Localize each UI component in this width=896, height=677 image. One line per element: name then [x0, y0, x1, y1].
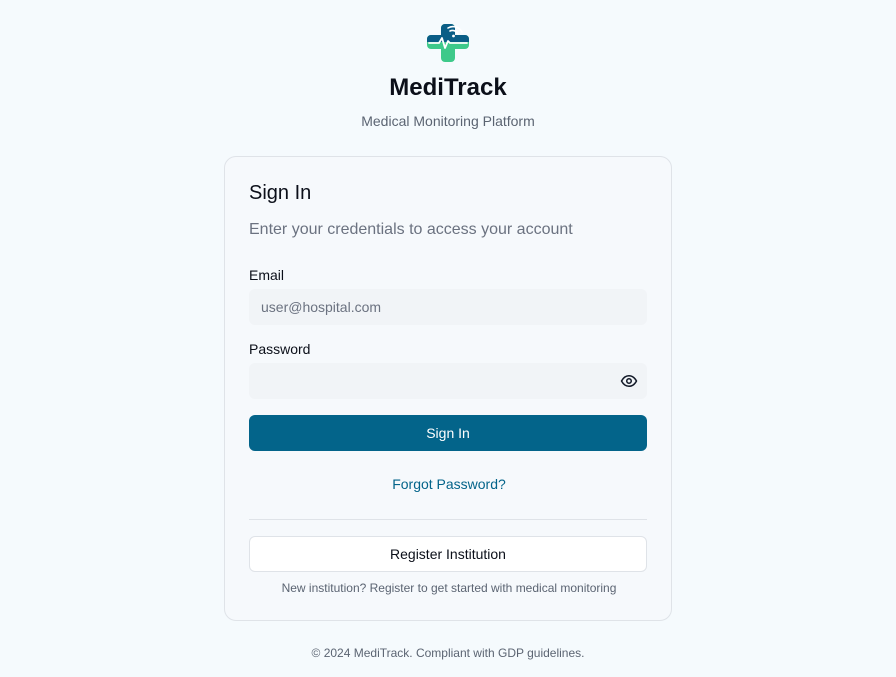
password-field[interactable]	[249, 363, 647, 399]
signin-card: Sign In Enter your credentials to access…	[224, 156, 672, 621]
register-institution-button[interactable]: Register Institution	[249, 536, 647, 572]
app-title: MediTrack	[389, 74, 507, 101]
signin-subtitle: Enter your credentials to access your ac…	[249, 221, 573, 238]
divider	[249, 519, 647, 520]
medical-cross-logo-icon	[427, 24, 469, 62]
app-tagline: Medical Monitoring Platform	[361, 113, 535, 129]
password-label: Password	[249, 341, 311, 357]
eye-icon[interactable]	[619, 372, 639, 390]
footer-copyright: © 2024 MediTrack. Compliant with GDP gui…	[311, 646, 585, 660]
signin-title: Sign In	[249, 182, 312, 204]
register-note: New institution? Register to get started…	[281, 581, 617, 595]
email-field[interactable]	[249, 289, 647, 325]
login-page: MediTrack Medical Monitoring Platform Si…	[0, 0, 896, 677]
signin-button[interactable]: Sign In	[249, 415, 647, 451]
forgot-password-link[interactable]: Forgot Password?	[225, 476, 673, 492]
email-label: Email	[249, 267, 285, 283]
